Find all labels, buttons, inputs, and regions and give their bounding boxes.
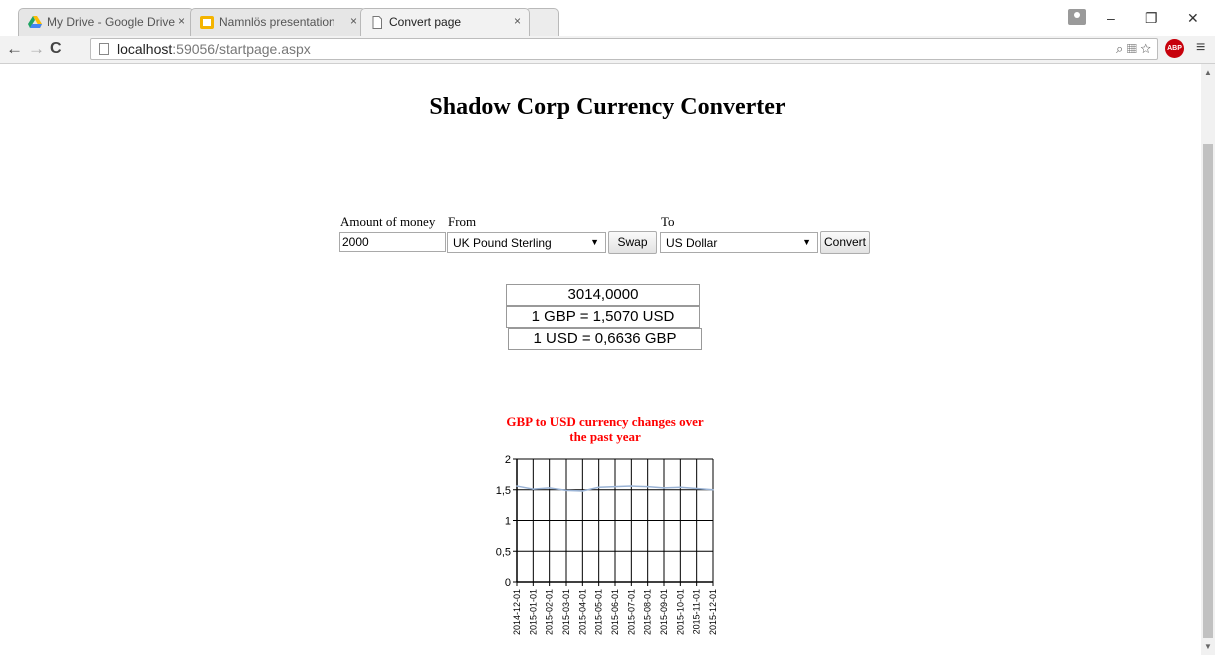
data-point bbox=[548, 487, 551, 489]
profile-icon[interactable] bbox=[1068, 9, 1086, 25]
adblock-plus-icon[interactable]: ABP bbox=[1165, 39, 1184, 58]
tab-strip: My Drive - Google Drive × Namnlös presen… bbox=[0, 0, 1215, 37]
google-drive-icon bbox=[28, 16, 42, 28]
data-point bbox=[663, 487, 665, 489]
vertical-scrollbar[interactable]: ▲ ▼ bbox=[1201, 64, 1215, 655]
browser-toolbar: ← → C localhost:59056/startpage.aspx ⌕ ▦… bbox=[0, 36, 1215, 64]
tab-close-icon[interactable]: × bbox=[514, 14, 521, 28]
x-tick-label: 2015-02-01 bbox=[545, 589, 555, 635]
x-tick-label: 2015-05-01 bbox=[594, 589, 604, 635]
data-point bbox=[695, 487, 698, 490]
tab-title: Convert page bbox=[389, 15, 462, 29]
data-point bbox=[565, 489, 567, 492]
data-point bbox=[712, 488, 714, 491]
x-tick-label: 2015-01-01 bbox=[528, 589, 538, 635]
url-text[interactable]: localhost:59056/startpage.aspx bbox=[117, 41, 311, 57]
tab-google-drive[interactable]: My Drive - Google Drive × bbox=[18, 8, 194, 36]
data-point bbox=[532, 488, 535, 490]
close-window-button[interactable]: ✕ bbox=[1187, 10, 1199, 27]
y-tick-label: 0 bbox=[505, 577, 511, 589]
y-tick-label: 1,5 bbox=[496, 485, 511, 497]
x-tick-label: 2015-04-01 bbox=[577, 589, 587, 635]
address-bar[interactable]: localhost:59056/startpage.aspx ⌕ ▦ ☆ bbox=[90, 38, 1158, 60]
data-point bbox=[516, 485, 518, 487]
tab-title: My Drive - Google Drive bbox=[47, 15, 176, 29]
x-tick-label: 2015-09-01 bbox=[659, 589, 669, 635]
currency-line-chart: 0 0,5 1 1,5 2 2014-12-01 2015-01-01 2015-02-01 2… bbox=[496, 454, 718, 635]
page-info-icon[interactable] bbox=[99, 43, 109, 55]
restore-button[interactable]: ❐ bbox=[1145, 10, 1158, 27]
x-tick-label: 2015-11-01 bbox=[692, 589, 702, 634]
tab-convert-page[interactable]: Convert page × bbox=[360, 8, 530, 36]
zoom-icon[interactable]: ⌕ bbox=[1116, 41, 1123, 56]
data-point bbox=[597, 486, 600, 489]
x-tick-label: 2015-12-01 bbox=[708, 589, 718, 635]
y-tick-label: 2 bbox=[505, 454, 511, 466]
translate-icon[interactable]: ▦ bbox=[1127, 41, 1137, 56]
x-tick-label: 2015-06-01 bbox=[610, 589, 620, 635]
scroll-down-arrow-icon[interactable]: ▼ bbox=[1204, 642, 1212, 651]
forward-arrow-icon[interactable]: → bbox=[28, 39, 45, 59]
reload-icon[interactable]: C bbox=[50, 40, 62, 58]
data-point bbox=[614, 485, 616, 488]
page-content: Shadow Corp Currency Converter Amount of… bbox=[0, 64, 1201, 655]
minimize-button[interactable]: – bbox=[1107, 10, 1115, 26]
scroll-up-arrow-icon[interactable]: ▲ bbox=[1204, 68, 1212, 77]
x-tick-label: 2014-12-01 bbox=[512, 589, 522, 635]
tab-close-icon[interactable]: × bbox=[178, 14, 185, 28]
data-point bbox=[630, 485, 633, 487]
tab-title: Namnlös presentation - G bbox=[219, 15, 334, 29]
data-point bbox=[581, 490, 584, 492]
page-icon bbox=[372, 16, 382, 29]
new-tab-button[interactable] bbox=[525, 8, 559, 36]
x-tick-label: 2015-07-01 bbox=[626, 589, 636, 635]
y-tick-label: 1 bbox=[505, 516, 511, 528]
data-point bbox=[679, 486, 682, 489]
bookmark-star-icon[interactable]: ☆ bbox=[1140, 41, 1151, 56]
data-point bbox=[646, 485, 649, 488]
tab-presentation[interactable]: Namnlös presentation - G × bbox=[190, 8, 366, 36]
scrollbar-thumb[interactable] bbox=[1203, 144, 1213, 638]
slides-icon bbox=[200, 16, 214, 29]
omnibox-actions: ⌕ ▦ ☆ bbox=[1116, 41, 1151, 57]
menu-icon[interactable]: ≡ bbox=[1196, 39, 1205, 57]
x-tick-label: 2015-03-01 bbox=[561, 589, 571, 635]
x-tick-label: 2015-08-01 bbox=[643, 589, 653, 635]
y-tick-label: 0,5 bbox=[496, 546, 511, 558]
x-tick-label: 2015-10-01 bbox=[675, 589, 685, 635]
back-arrow-icon[interactable]: ← bbox=[6, 39, 23, 59]
tab-close-icon[interactable]: × bbox=[350, 14, 357, 28]
